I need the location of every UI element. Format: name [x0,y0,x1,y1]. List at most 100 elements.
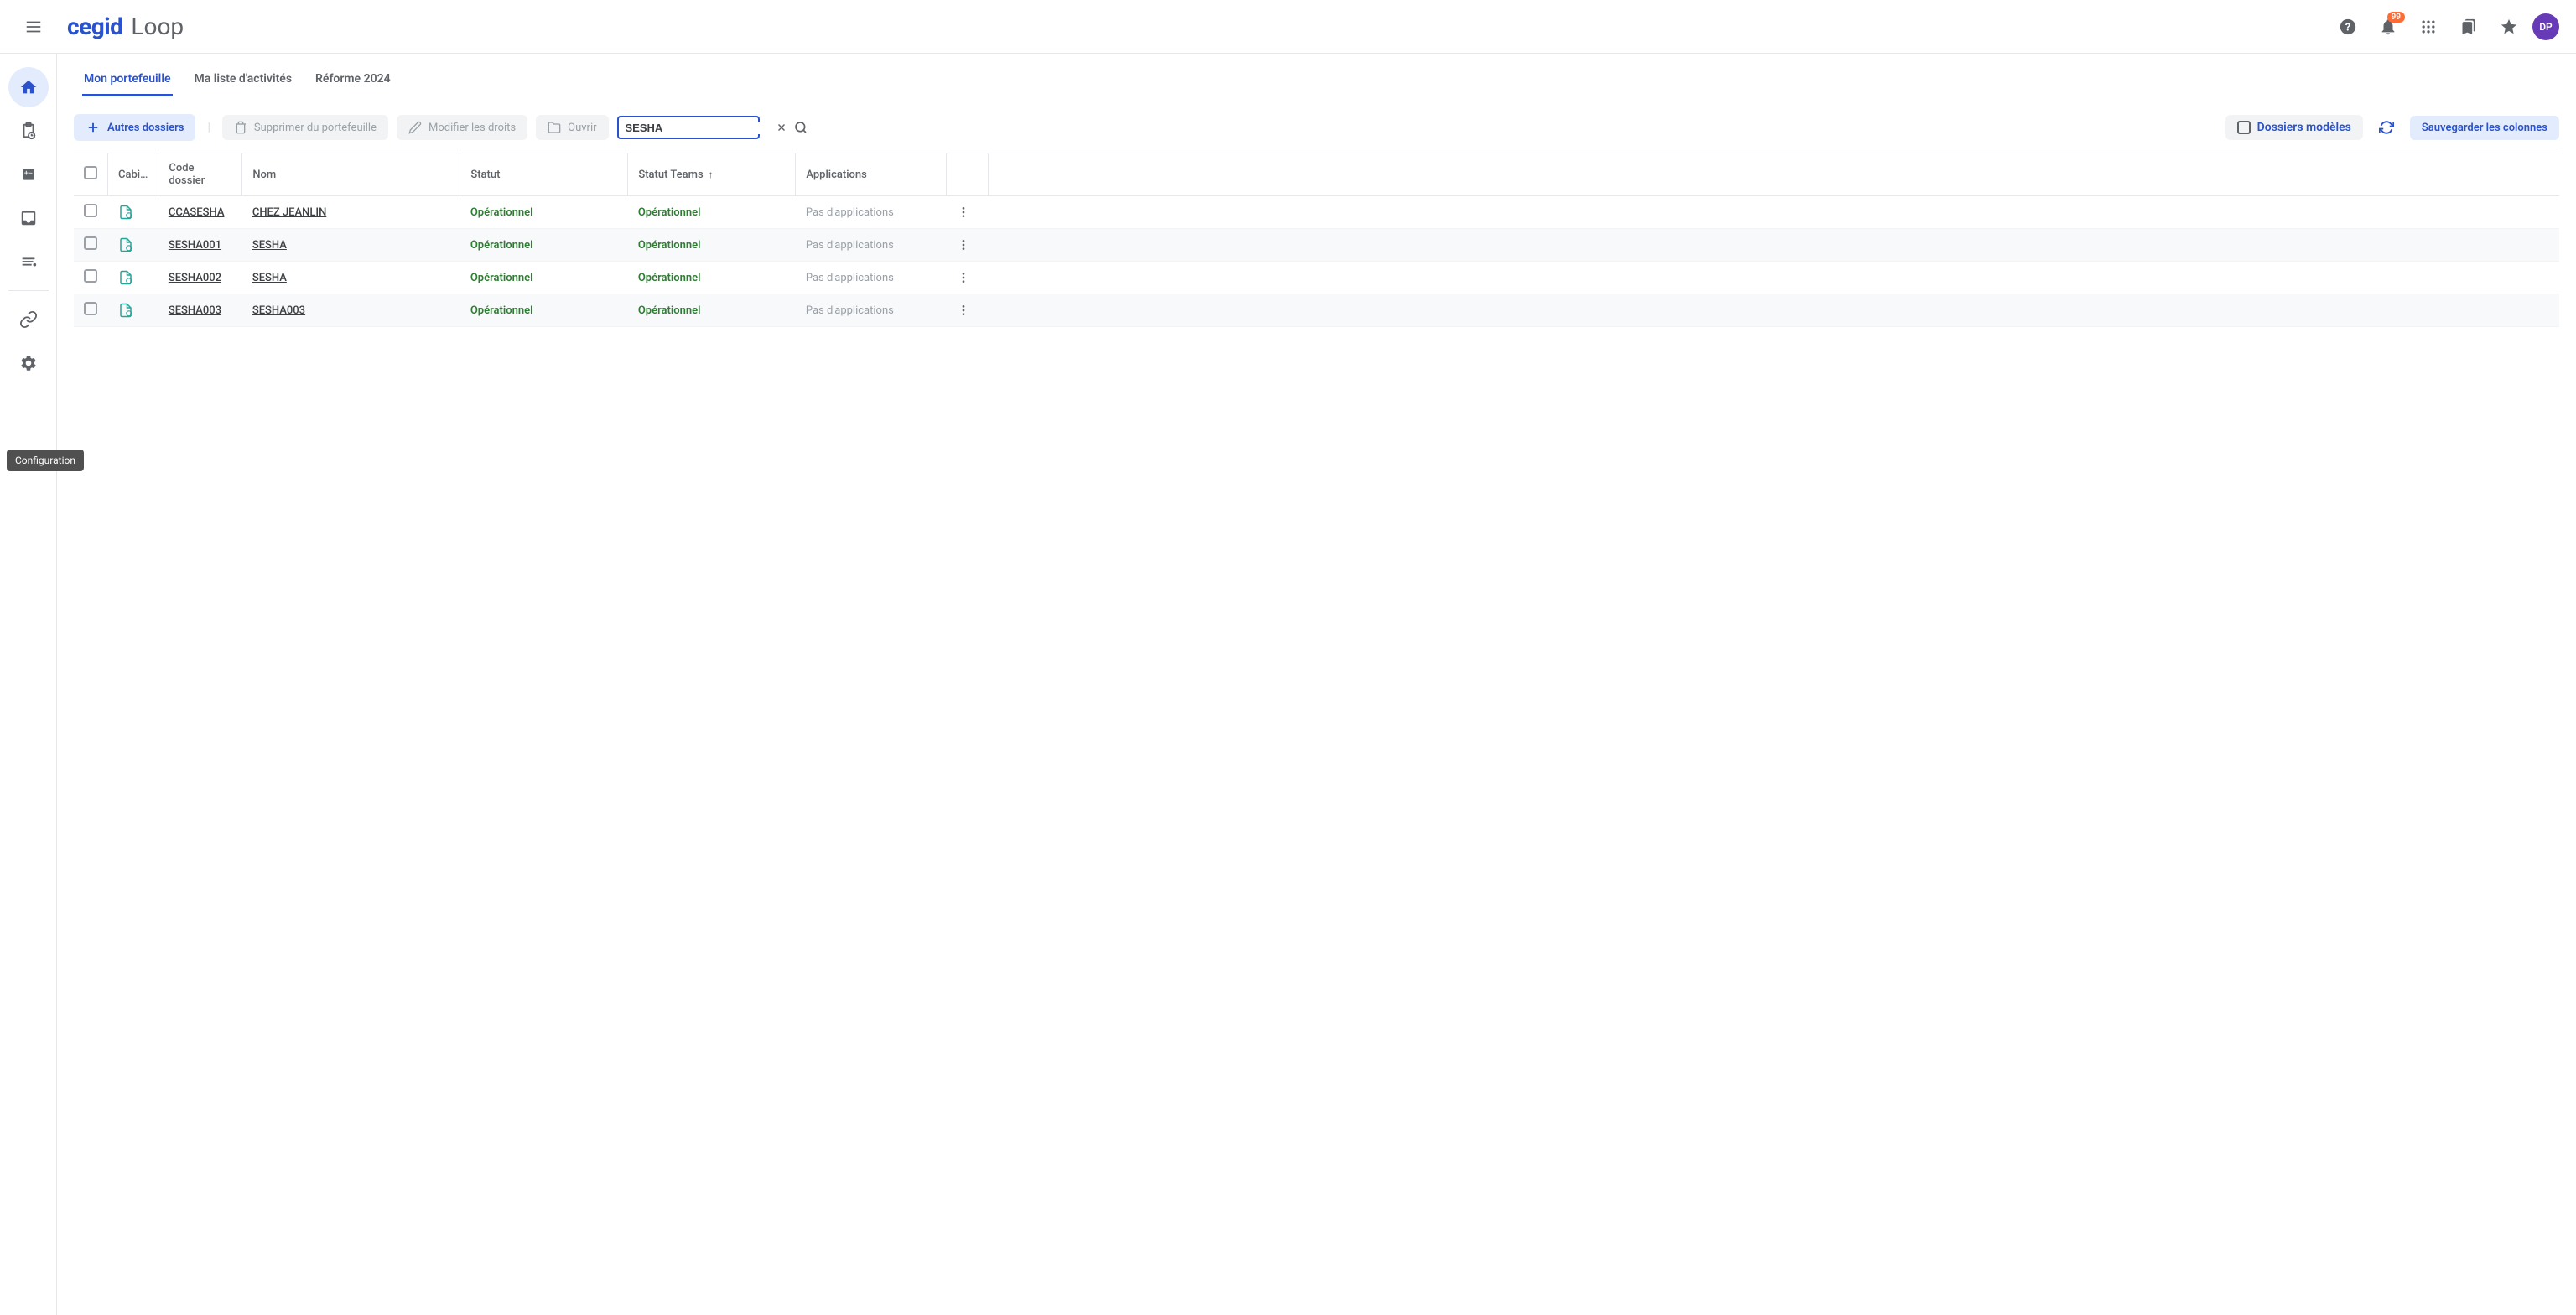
home-icon [19,78,38,96]
column-statut-teams[interactable]: Statut Teams↑ [628,153,796,196]
row-code-link[interactable]: SESHA002 [169,272,221,284]
brand: cegid Loop [67,13,184,40]
toolbar: Autres dossiers | Supprimer du portefeui… [74,107,2559,153]
row-statut-teams: Opérationnel [638,206,701,219]
row-code-link[interactable]: SESHA001 [169,239,221,252]
search-box[interactable] [617,116,760,139]
row-code-link[interactable]: SESHA003 [169,304,221,317]
row-more-button[interactable] [947,294,989,327]
bookmarks-icon [2460,18,2477,35]
search-button[interactable] [791,121,811,134]
sidebar-tooltip: Configuration [7,450,84,471]
dossiers-modeles-toggle[interactable]: Dossiers modèles [2225,115,2363,140]
row-doc-icon-cell [108,229,158,262]
table-row: SESHA003 SESHA003 Opérationnel Opération… [74,294,2559,327]
document-icon [118,237,148,252]
autres-dossiers-label: Autres dossiers [107,122,184,134]
svg-text:+−: +− [23,170,32,179]
more-vertical-icon [957,271,970,284]
tab-activites[interactable]: Ma liste d'activités [193,64,294,96]
row-code-link[interactable]: CCASESHA [169,206,225,219]
column-statut[interactable]: Statut [460,153,628,196]
sidebar-link[interactable] [8,299,49,340]
row-checkbox[interactable] [84,269,97,283]
grid-icon [2420,18,2437,35]
row-statut: Opérationnel [470,206,533,219]
bookmarks-button[interactable] [2452,10,2485,44]
table-header-row: Cabi… Code dossier Nom Statut Statut Tea… [74,153,2559,196]
document-icon [118,205,148,220]
column-applications[interactable]: Applications [796,153,947,196]
notifications-button[interactable]: 99 [2371,10,2405,44]
row-more-button[interactable] [947,262,989,294]
row-checkbox[interactable] [84,302,97,315]
row-checkbox[interactable] [84,204,97,217]
sidebar-calc[interactable]: +− [8,154,49,195]
column-code[interactable]: Code dossier [158,153,242,196]
star-button[interactable] [2492,10,2526,44]
ouvrir-label: Ouvrir [568,122,596,134]
user-avatar[interactable]: DP [2532,13,2559,40]
column-spacer [989,153,2559,196]
sidebar: +− Configuration [0,54,57,1315]
row-statut-teams: Opérationnel [638,239,701,252]
sidebar-home[interactable] [8,67,49,107]
link-icon [19,310,38,329]
dossiers-modeles-label: Dossiers modèles [2257,121,2351,134]
sidebar-list[interactable] [8,242,49,282]
hamburger-menu-button[interactable] [17,10,50,44]
toolbar-separator: | [204,121,213,134]
header-icons: ? 99 DP [2331,10,2559,44]
folder-open-icon [548,121,561,134]
brand-cegid: cegid [67,13,122,40]
main-content: Mon portefeuille Ma liste d'activités Ré… [57,54,2576,1315]
row-more-button[interactable] [947,196,989,229]
table-row: CCASESHA CHEZ JEANLIN Opérationnel Opéra… [74,196,2559,229]
help-button[interactable]: ? [2331,10,2365,44]
column-actions [947,153,989,196]
row-doc-icon-cell [108,196,158,229]
apps-button[interactable] [2412,10,2445,44]
sidebar-clipboard[interactable] [8,111,49,151]
tab-reforme[interactable]: Réforme 2024 [314,64,392,96]
calculator-icon: +− [20,166,37,183]
row-doc-icon-cell [108,294,158,327]
row-nom-link[interactable]: SESHA [252,272,287,284]
svg-text:?: ? [2345,21,2350,34]
refresh-button[interactable] [2371,112,2402,143]
tab-portefeuille[interactable]: Mon portefeuille [82,64,173,96]
column-nom[interactable]: Nom [242,153,460,196]
row-more-button[interactable] [947,229,989,262]
list-icon [19,252,38,271]
dossiers-table: Cabi… Code dossier Nom Statut Statut Tea… [74,153,2559,327]
select-all-checkbox[interactable] [84,166,97,179]
more-vertical-icon [957,304,970,317]
row-apps: Pas d'applications [806,206,894,219]
modifier-label: Modifier les droits [428,122,516,134]
ouvrir-button: Ouvrir [536,115,608,140]
row-statut: Opérationnel [470,304,533,317]
row-nom-link[interactable]: SESHA [252,239,287,252]
row-statut: Opérationnel [470,239,533,252]
column-cabi[interactable]: Cabi… [108,153,158,196]
close-icon [776,122,787,133]
row-nom-link[interactable]: SESHA003 [252,304,305,317]
search-input[interactable] [626,122,772,134]
modifier-button: Modifier les droits [397,115,527,140]
notification-badge: 99 [2387,12,2405,23]
row-statut-teams: Opérationnel [638,304,701,317]
row-nom-link[interactable]: CHEZ JEANLIN [252,206,326,219]
sidebar-settings[interactable] [8,343,49,383]
checkbox-icon [2237,121,2251,134]
inbox-icon [19,209,38,227]
supprimer-button: Supprimer du portefeuille [222,115,388,140]
sauvegarder-label: Sauvegarder les colonnes [2422,122,2547,134]
sauvegarder-button[interactable]: Sauvegarder les colonnes [2410,116,2559,140]
pencil-icon [408,121,422,134]
sidebar-inbox[interactable] [8,198,49,238]
row-checkbox[interactable] [84,236,97,250]
clear-search-button[interactable] [772,122,791,133]
row-statut-teams: Opérationnel [638,272,701,284]
supprimer-label: Supprimer du portefeuille [254,122,377,134]
autres-dossiers-button[interactable]: Autres dossiers [74,114,195,141]
